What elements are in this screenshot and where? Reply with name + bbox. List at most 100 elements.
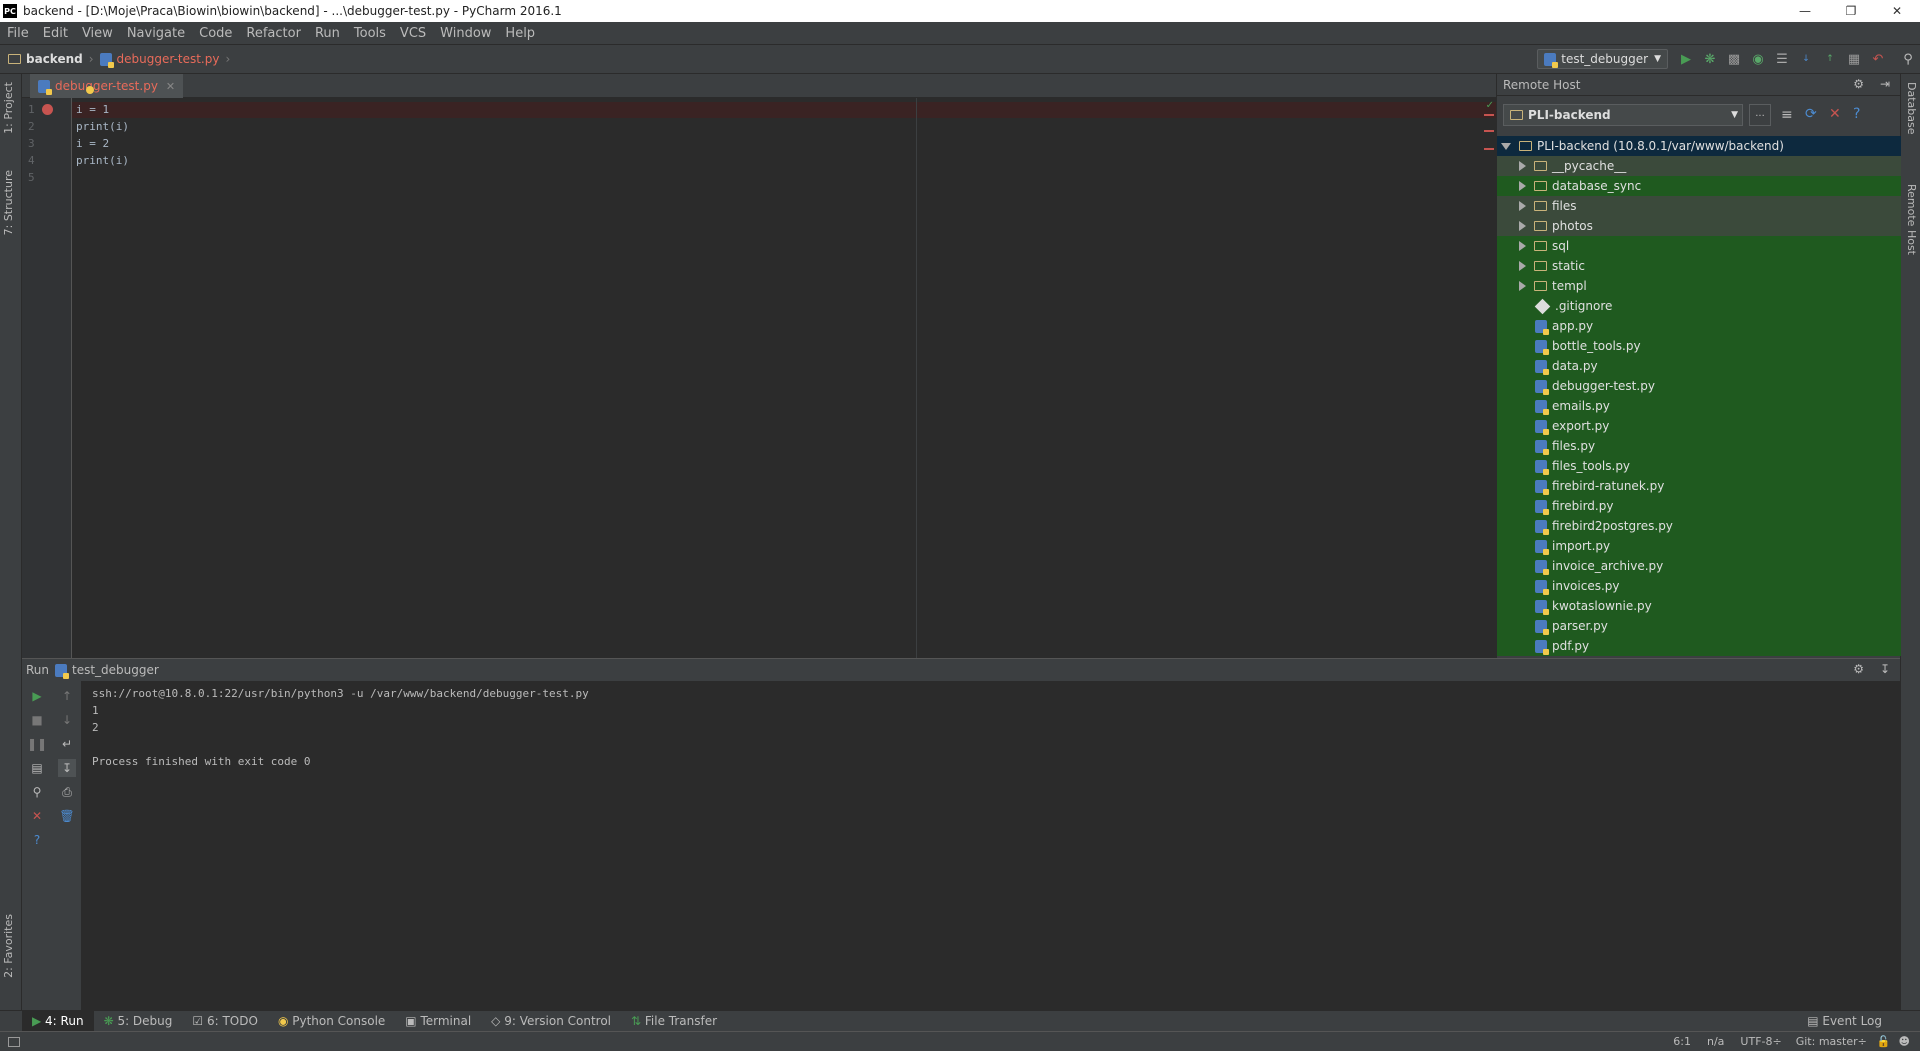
collapse-icon[interactable]: ≡ xyxy=(1781,107,1793,123)
minimize-icon[interactable]: — xyxy=(1782,0,1828,22)
close-icon[interactable]: ✕ xyxy=(28,807,46,825)
tree-file-item[interactable]: emails.py xyxy=(1497,396,1901,416)
menu-vcs[interactable]: VCS xyxy=(393,26,433,41)
help-icon[interactable]: ? xyxy=(28,831,46,849)
tree-folder-item[interactable]: files xyxy=(1497,196,1901,216)
expand-arrow-icon[interactable] xyxy=(1519,221,1526,231)
error-stripe[interactable]: ✓ xyxy=(1482,98,1496,658)
vcs-history-icon[interactable]: ▦ xyxy=(1842,47,1866,71)
git-branch[interactable]: Git: master÷ xyxy=(1796,1035,1867,1048)
print-icon[interactable]: ⎙ xyxy=(58,783,76,801)
tree-file-item[interactable]: files.py xyxy=(1497,436,1901,456)
vcs-commit-icon[interactable]: ↑ xyxy=(1818,47,1842,71)
search-icon[interactable]: ⚲ xyxy=(1896,47,1920,71)
expand-arrow-icon[interactable] xyxy=(1519,201,1526,211)
tree-file-item[interactable]: .gitignore xyxy=(1497,296,1901,316)
help-icon[interactable]: ? xyxy=(1853,106,1860,122)
breadcrumb-file[interactable]: debugger-test.py xyxy=(117,52,220,66)
close-window-icon[interactable]: ✕ xyxy=(1874,0,1920,22)
menu-file[interactable]: File xyxy=(0,26,36,41)
menu-view[interactable]: View xyxy=(75,26,120,41)
menu-code[interactable]: Code xyxy=(192,26,239,41)
tree-file-item[interactable]: export.py xyxy=(1497,416,1901,436)
file-encoding[interactable]: UTF-8÷ xyxy=(1740,1035,1781,1048)
collapse-arrow-icon[interactable] xyxy=(1501,142,1511,150)
tree-file-item[interactable]: parser.py xyxy=(1497,616,1901,636)
gear-icon[interactable]: ⚙ xyxy=(1853,77,1864,91)
error-marker[interactable] xyxy=(1484,114,1494,116)
clear-all-icon[interactable]: 🗑 xyxy=(58,807,76,825)
tree-folder-item[interactable]: database_sync xyxy=(1497,176,1901,196)
close-tab-icon[interactable]: ✕ xyxy=(166,80,175,93)
tree-file-item[interactable]: files_tools.py xyxy=(1497,456,1901,476)
tab-file-transfer[interactable]: ⇅ File Transfer xyxy=(621,1011,727,1032)
breakpoint-icon[interactable] xyxy=(42,104,53,115)
stop-icon[interactable]: ■ xyxy=(28,711,46,729)
hide-panel-icon[interactable]: ↧ xyxy=(1880,662,1890,676)
tree-file-item[interactable]: firebird.py xyxy=(1497,496,1901,516)
refresh-icon[interactable]: ⟳ xyxy=(1805,106,1817,122)
structure-tool-tab[interactable]: 7: Structure xyxy=(2,170,15,235)
restore-icon[interactable]: ❐ xyxy=(1828,0,1874,22)
menu-window[interactable]: Window xyxy=(433,26,498,41)
vcs-update-icon[interactable]: ↓ xyxy=(1794,47,1818,71)
breadcrumb-project[interactable]: backend xyxy=(26,52,83,66)
code-editor[interactable]: 1 2 3 4 5 i = 1 print(i) i = 2 print(i) … xyxy=(22,86,1496,658)
lock-icon[interactable]: 🔓 xyxy=(1877,1035,1891,1048)
tree-file-item[interactable]: pdf.py xyxy=(1497,636,1901,656)
run-panel-config[interactable]: test_debugger xyxy=(72,663,159,677)
tree-folder-item[interactable]: sql xyxy=(1497,236,1901,256)
tab-version-control[interactable]: ◇ 9: Version Control xyxy=(481,1011,621,1032)
pin-icon[interactable]: ⚲ xyxy=(28,783,46,801)
close-icon[interactable]: ✕ xyxy=(1829,106,1841,122)
database-tool-tab[interactable]: Database xyxy=(1905,82,1918,135)
profile-icon[interactable]: ◉ xyxy=(1746,47,1770,71)
gear-icon[interactable]: ⚙ xyxy=(1853,662,1864,676)
expand-arrow-icon[interactable] xyxy=(1519,241,1526,251)
caret-position[interactable]: 6:1 xyxy=(1673,1035,1691,1048)
tree-folder-item[interactable]: __pycache__ xyxy=(1497,156,1901,176)
revert-icon[interactable]: ↶ xyxy=(1866,47,1890,71)
expand-arrow-icon[interactable] xyxy=(1519,181,1526,191)
concurrency-icon[interactable]: ☰ xyxy=(1770,47,1794,71)
menu-navigate[interactable]: Navigate xyxy=(120,26,192,41)
pause-icon[interactable]: ❚❚ xyxy=(27,735,47,753)
intention-bulb-icon[interactable] xyxy=(86,86,94,94)
tree-folder-item[interactable]: static xyxy=(1497,256,1901,276)
tree-file-item[interactable]: kwotaslownie.py xyxy=(1497,596,1901,616)
arrow-down-icon[interactable]: ↓ xyxy=(58,711,76,729)
tree-file-item[interactable]: firebird2postgres.py xyxy=(1497,516,1901,536)
menu-edit[interactable]: Edit xyxy=(36,26,75,41)
debug-icon[interactable]: ❋ xyxy=(1698,47,1722,71)
menu-help[interactable]: Help xyxy=(498,26,542,41)
expand-arrow-icon[interactable] xyxy=(1519,261,1526,271)
rerun-icon[interactable]: ▶ xyxy=(28,687,46,705)
run-config-select[interactable]: test_debugger ▼ xyxy=(1537,49,1668,69)
project-tool-tab[interactable]: 1: Project xyxy=(2,82,15,134)
menu-tools[interactable]: Tools xyxy=(347,26,393,41)
remote-host-tool-tab[interactable]: Remote Host xyxy=(1905,184,1918,255)
tree-file-item[interactable]: import.py xyxy=(1497,536,1901,556)
tool-windows-icon[interactable] xyxy=(8,1036,20,1047)
inspector-icon[interactable]: ☻ xyxy=(1899,1035,1910,1048)
tab-terminal[interactable]: ▣ Terminal xyxy=(395,1011,481,1032)
menu-run[interactable]: Run xyxy=(308,26,347,41)
editor-tab-debugger-test[interactable]: debugger-test.py ✕ xyxy=(30,74,184,98)
scroll-to-end-icon[interactable]: ↧ xyxy=(58,759,76,777)
tab-todo[interactable]: ☑ 6: TODO xyxy=(182,1011,268,1032)
tab-debug[interactable]: ❋ 5: Debug xyxy=(94,1011,183,1032)
tree-file-item[interactable]: app.py xyxy=(1497,316,1901,336)
editor-gutter[interactable]: 1 2 3 4 5 xyxy=(22,98,72,658)
tree-root[interactable]: PLI-backend (10.8.0.1/var/www/backend) xyxy=(1497,136,1901,156)
tree-file-item[interactable]: debugger-test.py xyxy=(1497,376,1901,396)
hide-panel-icon[interactable]: ⇥ xyxy=(1880,77,1890,91)
console-output[interactable]: ssh://root@10.8.0.1:22/usr/bin/python3 -… xyxy=(92,685,589,770)
arrow-up-icon[interactable]: ↑ xyxy=(58,687,76,705)
tab-python-console[interactable]: ◉ Python Console xyxy=(268,1011,395,1032)
line-separator[interactable]: n/a xyxy=(1707,1035,1724,1048)
expand-arrow-icon[interactable] xyxy=(1519,161,1526,171)
error-marker[interactable] xyxy=(1484,130,1494,132)
server-select[interactable]: PLI-backend ▼ xyxy=(1503,104,1743,126)
coverage-icon[interactable]: ▩ xyxy=(1722,47,1746,71)
tree-folder-item[interactable]: templ xyxy=(1497,276,1901,296)
